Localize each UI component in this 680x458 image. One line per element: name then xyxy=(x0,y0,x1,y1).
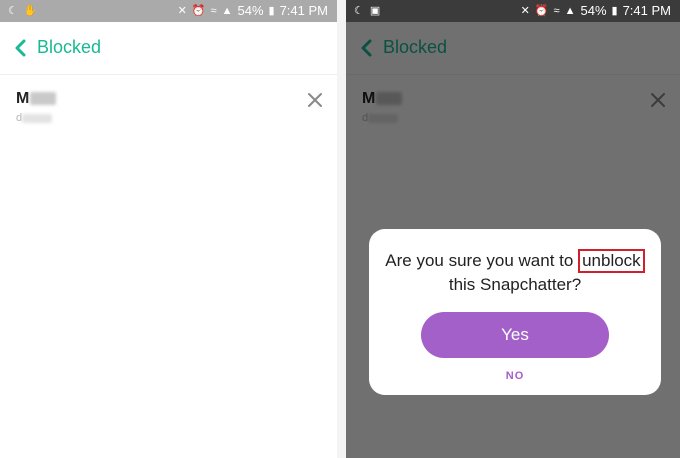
wifi-icon: ≈ xyxy=(553,5,560,17)
battery-icon: ▮ xyxy=(611,5,618,17)
no-button[interactable]: NO xyxy=(369,370,661,382)
alarm-icon: ⏰ xyxy=(534,5,549,17)
dialog-message: Are you sure you want to unblock this Sn… xyxy=(369,249,661,296)
signal-icon: ▲ xyxy=(221,5,233,17)
app-header: Blocked xyxy=(0,22,337,75)
unblock-dialog-screen: ☾ ▣ ✕ ⏰ ≈ ▲ 54% ▮ 7:41 PM Blocked M d Ar… xyxy=(346,0,680,458)
blocked-user-username: d xyxy=(16,112,53,124)
signal-icon: ▲ xyxy=(564,5,576,17)
battery-icon: ▮ xyxy=(268,5,275,17)
clock: 7:41 PM xyxy=(622,3,671,18)
redaction-blur xyxy=(22,113,53,123)
hand-icon: ▣ xyxy=(369,5,381,17)
moon-icon: ☾ xyxy=(8,5,18,17)
panel-divider xyxy=(337,0,346,458)
page-title: Blocked xyxy=(37,37,102,57)
hand-icon: ✋ xyxy=(23,5,38,17)
chevron-left-icon[interactable] xyxy=(13,38,29,58)
blocked-screen: ☾ ✋ ✕ ⏰ ≈ ▲ 54% ▮ 7:41 PM Blocked M d xyxy=(0,0,337,458)
mute-icon: ✕ xyxy=(520,5,530,17)
battery-percent: 54% xyxy=(237,3,264,18)
close-icon[interactable] xyxy=(307,92,323,108)
dialog-message-suffix: this Snapchatter? xyxy=(448,275,582,294)
mute-icon: ✕ xyxy=(177,5,187,17)
wifi-icon: ≈ xyxy=(210,5,217,17)
blocked-user-name: M xyxy=(16,90,57,108)
highlighted-word: unblock xyxy=(578,249,645,273)
dialog-message-prefix: Are you sure you want to xyxy=(385,251,574,270)
yes-button[interactable]: Yes xyxy=(421,312,609,358)
status-bar: ☾ ▣ ✕ ⏰ ≈ ▲ 54% ▮ 7:41 PM xyxy=(346,0,680,22)
list-item: M d xyxy=(0,78,337,138)
battery-percent: 54% xyxy=(580,3,607,18)
redaction-blur xyxy=(30,92,57,106)
clock: 7:41 PM xyxy=(279,3,328,18)
alarm-icon: ⏰ xyxy=(191,5,206,17)
moon-icon: ☾ xyxy=(354,5,364,17)
unblock-confirm-dialog: Are you sure you want to unblock this Sn… xyxy=(369,229,661,395)
status-bar: ☾ ✋ ✕ ⏰ ≈ ▲ 54% ▮ 7:41 PM xyxy=(0,0,337,22)
